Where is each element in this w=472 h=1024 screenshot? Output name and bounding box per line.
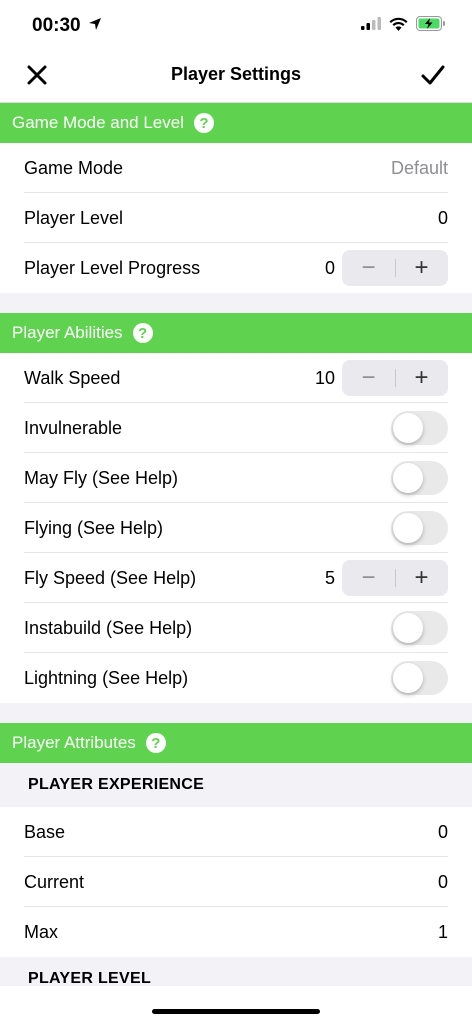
row-label: Game Mode bbox=[24, 157, 124, 178]
instabuild-toggle[interactable] bbox=[391, 611, 448, 645]
stepper-divider bbox=[395, 569, 396, 587]
experience-current-row: Current 0 bbox=[0, 857, 472, 907]
fly-speed-value: 5 bbox=[324, 567, 335, 588]
row-label: Max bbox=[24, 921, 59, 942]
battery-charging-icon bbox=[416, 16, 445, 31]
walk-speed-stepper[interactable]: − + bbox=[342, 360, 448, 396]
may-fly-toggle[interactable] bbox=[391, 461, 448, 495]
toggle-knob bbox=[393, 663, 423, 693]
help-icon[interactable]: ? bbox=[132, 323, 153, 343]
game-mode-row[interactable]: Game Mode Default bbox=[0, 143, 472, 193]
section-gap bbox=[0, 293, 472, 313]
decrement-button[interactable]: − bbox=[342, 360, 395, 396]
walk-speed-row: Walk Speed 10 − + bbox=[0, 353, 472, 403]
row-label: Invulnerable bbox=[24, 417, 123, 438]
increment-button[interactable]: + bbox=[395, 560, 448, 596]
row-label: May Fly (See Help) bbox=[24, 467, 179, 488]
lightning-row: Lightning (See Help) bbox=[0, 653, 472, 703]
row-label: Fly Speed (See Help) bbox=[24, 567, 197, 588]
checkmark-icon[interactable] bbox=[420, 62, 446, 88]
section-title: Game Mode and Level bbox=[12, 113, 184, 132]
progress-stepper[interactable]: − + bbox=[342, 250, 448, 286]
home-indicator-area bbox=[0, 986, 472, 1024]
page-title: Player Settings bbox=[170, 64, 302, 84]
section-gap bbox=[0, 703, 472, 723]
flying-toggle[interactable] bbox=[391, 511, 448, 545]
wifi-icon bbox=[389, 17, 408, 31]
navigation-bar: Player Settings bbox=[0, 50, 472, 103]
game-mode-value: Default bbox=[390, 157, 448, 178]
help-icon[interactable]: ? bbox=[194, 113, 214, 133]
home-indicator[interactable] bbox=[152, 1009, 320, 1014]
decrement-button[interactable]: − bbox=[342, 250, 395, 286]
toggle-knob bbox=[393, 613, 423, 643]
player-experience-header: PLAYER EXPERIENCE bbox=[0, 763, 472, 807]
experience-base-row: Base 0 bbox=[0, 807, 472, 857]
may-fly-row: May Fly (See Help) bbox=[0, 453, 472, 503]
row-label: Lightning (See Help) bbox=[24, 667, 189, 688]
increment-button[interactable]: + bbox=[395, 250, 448, 286]
section-header-game-mode: Game Mode and Level ? bbox=[0, 103, 472, 143]
increment-button[interactable]: + bbox=[395, 360, 448, 396]
invulnerable-row: Invulnerable bbox=[0, 403, 472, 453]
help-icon[interactable]: ? bbox=[145, 733, 166, 753]
fly-speed-row: Fly Speed (See Help) 5 − + bbox=[0, 553, 472, 603]
base-value: 0 bbox=[437, 821, 448, 842]
toggle-knob bbox=[393, 513, 423, 543]
fly-speed-stepper[interactable]: − + bbox=[342, 560, 448, 596]
decrement-button[interactable]: − bbox=[342, 560, 395, 596]
experience-max-row: Max 1 bbox=[0, 907, 472, 957]
invulnerable-toggle[interactable] bbox=[391, 411, 448, 445]
location-arrow-icon bbox=[89, 18, 101, 30]
toggle-knob bbox=[393, 413, 423, 443]
stepper-divider bbox=[395, 259, 396, 277]
walk-speed-value: 10 bbox=[314, 367, 335, 388]
player-level-progress-row: Player Level Progress 0 − + bbox=[0, 243, 472, 293]
row-label: Player Level bbox=[24, 207, 124, 228]
instabuild-row: Instabuild (See Help) bbox=[0, 603, 472, 653]
row-label: Player Level Progress bbox=[24, 257, 201, 278]
status-time: 00:30 bbox=[32, 15, 81, 36]
signal-icon bbox=[361, 17, 381, 30]
current-value: 0 bbox=[437, 871, 448, 892]
row-label: Walk Speed bbox=[24, 367, 121, 388]
row-label: Flying (See Help) bbox=[24, 517, 164, 538]
status-bar: 00:30 bbox=[0, 0, 472, 50]
section-header-attributes: Player Attributes ? bbox=[0, 723, 472, 763]
progress-value: 0 bbox=[324, 257, 335, 278]
section-header-abilities: Player Abilities ? bbox=[0, 313, 472, 353]
max-value: 1 bbox=[437, 921, 448, 942]
player-level-row: Player Level 0 bbox=[0, 193, 472, 243]
section-title: Player Attributes bbox=[12, 733, 136, 752]
stepper-divider bbox=[395, 369, 396, 387]
row-label: Instabuild (See Help) bbox=[24, 617, 193, 638]
section-title: Player Abilities bbox=[12, 323, 123, 342]
flying-row: Flying (See Help) bbox=[0, 503, 472, 553]
player-level-value: 0 bbox=[437, 207, 448, 228]
toggle-knob bbox=[393, 463, 423, 493]
lightning-toggle[interactable] bbox=[391, 661, 448, 695]
row-label: Current bbox=[24, 871, 85, 892]
row-label: Base bbox=[24, 821, 66, 842]
